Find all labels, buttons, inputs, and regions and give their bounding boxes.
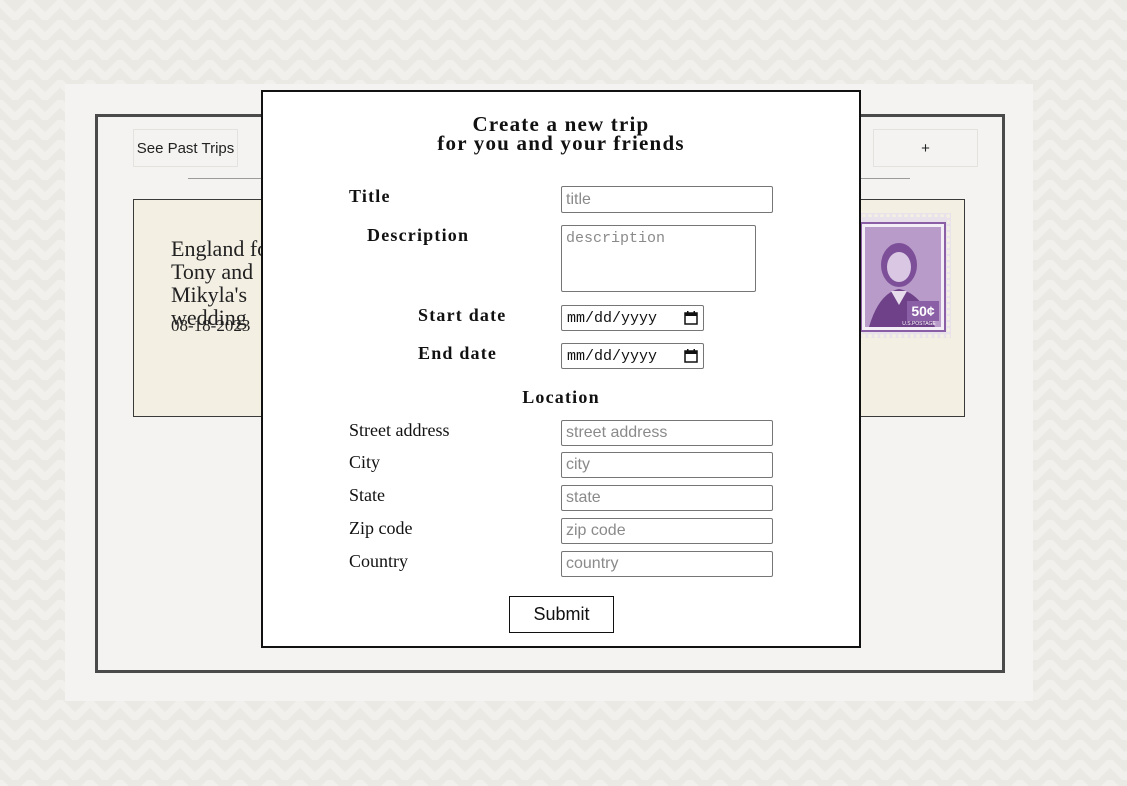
postage-stamp-image: 50¢ U.S.POSTAGE xyxy=(855,213,951,338)
trip-date: 08-18-2023 xyxy=(171,316,251,335)
description-input[interactable] xyxy=(561,225,756,292)
start-date-value: mm/dd/yyyy xyxy=(567,309,658,327)
state-input[interactable] xyxy=(561,485,773,511)
end-date-input[interactable]: mm/dd/yyyy xyxy=(561,343,704,369)
calendar-icon[interactable] xyxy=(684,349,698,363)
zip-code-label: Zip code xyxy=(349,518,413,538)
state-label: State xyxy=(349,485,385,505)
calendar-icon[interactable] xyxy=(684,311,698,325)
modal-title-line2: for you and your friends xyxy=(437,131,685,155)
add-trip-button[interactable]: + xyxy=(873,129,978,167)
street-address-label: Street address xyxy=(349,420,450,440)
modal-title: Create a new trip for you and your frien… xyxy=(261,114,861,155)
country-label: Country xyxy=(349,551,409,571)
stamp-value: 50¢ xyxy=(911,303,935,319)
divider xyxy=(188,178,268,179)
city-input[interactable] xyxy=(561,452,773,478)
stamp-caption: U.S.POSTAGE xyxy=(902,321,936,327)
country-input[interactable] xyxy=(561,551,773,577)
city-label: City xyxy=(349,452,381,472)
see-past-trips-button[interactable]: See Past Trips xyxy=(133,129,238,167)
divider xyxy=(858,178,910,179)
submit-button[interactable]: Submit xyxy=(509,596,614,633)
end-date-label: End date xyxy=(418,343,498,363)
zip-code-input[interactable] xyxy=(561,518,773,544)
title-label: Title xyxy=(349,186,391,206)
title-input[interactable] xyxy=(561,186,773,213)
start-date-label: Start date xyxy=(418,305,507,325)
start-date-input[interactable]: mm/dd/yyyy xyxy=(561,305,704,331)
end-date-value: mm/dd/yyyy xyxy=(567,347,658,365)
location-heading: Location xyxy=(522,387,600,407)
description-label: Description xyxy=(367,225,470,245)
street-address-input[interactable] xyxy=(561,420,773,446)
